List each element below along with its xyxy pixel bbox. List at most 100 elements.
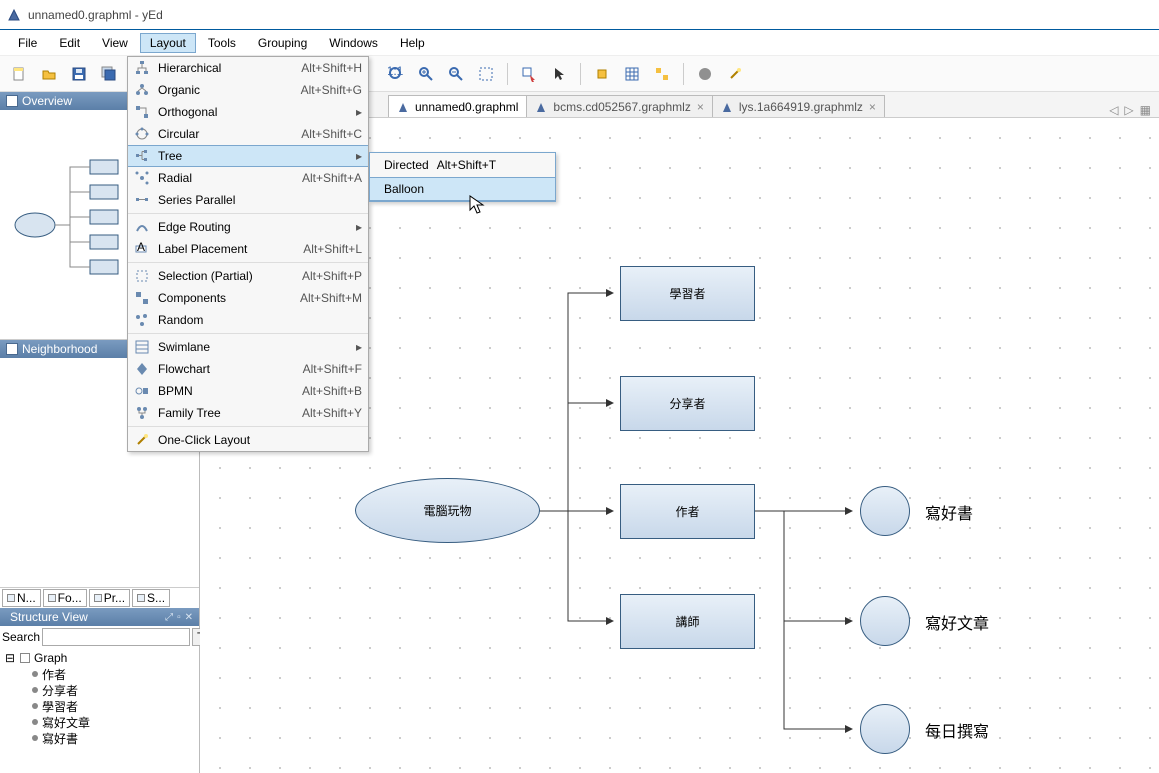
props-tab-fo[interactable]: Fo... (43, 589, 87, 607)
props-tab-s[interactable]: S... (132, 589, 170, 607)
label-icon: A (134, 241, 150, 257)
replay-button[interactable] (692, 61, 718, 87)
svg-text:A: A (137, 241, 145, 254)
file-icon (397, 101, 409, 113)
panel-icon (6, 95, 18, 107)
menu-file[interactable]: File (8, 33, 47, 53)
menu-windows[interactable]: Windows (319, 33, 388, 53)
save-button[interactable] (66, 61, 92, 87)
graph-node-root[interactable]: 電腦玩物 (355, 478, 540, 543)
layout-hierarchical[interactable]: HierarchicalAlt+Shift+H (128, 57, 368, 79)
menu-layout[interactable]: Layout (140, 33, 196, 53)
open-button[interactable] (36, 61, 62, 87)
tab-prev-icon[interactable]: ◁ (1109, 103, 1118, 117)
tree-node[interactable]: 分享者 (4, 682, 195, 698)
tree-node[interactable]: 作者 (4, 666, 195, 682)
zoom-area-button[interactable] (473, 61, 499, 87)
graph-node-box2[interactable]: 分享者 (620, 376, 755, 431)
pin-icon[interactable]: ⤢ (165, 612, 173, 623)
pointer-mode-button[interactable] (546, 61, 572, 87)
panel-icon (6, 343, 18, 355)
props-tab-pr[interactable]: Pr... (89, 589, 130, 607)
close-icon[interactable]: × (869, 100, 876, 114)
layout-family-tree[interactable]: Family TreeAlt+Shift+Y (128, 402, 368, 424)
graph-node-leaf2[interactable] (860, 596, 910, 646)
tree-node[interactable]: 寫好文章 (4, 714, 195, 730)
structure-search-row: Search Text (0, 626, 199, 648)
layout-flowchart[interactable]: FlowchartAlt+Shift+F (128, 358, 368, 380)
layout-icon (134, 192, 150, 208)
layout-icon (134, 312, 150, 328)
menu-help[interactable]: Help (390, 33, 435, 53)
layout-bpmn[interactable]: BPMNAlt+Shift+B (128, 380, 368, 402)
layout-components[interactable]: ComponentsAlt+Shift+M (128, 287, 368, 309)
layout-icon (134, 383, 150, 399)
layout-series-parallel[interactable]: Series Parallel (128, 189, 368, 211)
grid-button[interactable] (619, 61, 645, 87)
doc-tab[interactable]: bcms.cd052567.graphmlz× (526, 95, 712, 117)
zoom-in-button[interactable] (413, 61, 439, 87)
menu-view[interactable]: View (92, 33, 138, 53)
app-icon (6, 7, 22, 23)
tree-root[interactable]: ⊟Graph (4, 650, 195, 666)
layout-swimlane[interactable]: Swimlane▸ (128, 336, 368, 358)
layout-edge-routing[interactable]: Edge Routing▸ (128, 216, 368, 238)
close-icon[interactable]: × (697, 100, 704, 114)
tree-node[interactable]: 學習者 (4, 698, 195, 714)
tab-next-icon[interactable]: ▷ (1124, 103, 1133, 117)
title-bar: unnamed0.graphml - yEd (0, 0, 1159, 30)
svg-text:1:1: 1:1 (388, 66, 404, 78)
tree-node[interactable]: 寫好書 (4, 730, 195, 746)
graph-node-leaf1[interactable] (860, 486, 910, 536)
close-icon[interactable]: ✕ (185, 612, 193, 623)
layout-circular[interactable]: CircularAlt+Shift+C (128, 123, 368, 145)
menu-bar: File Edit View Layout Tools Grouping Win… (0, 30, 1159, 56)
layout-random[interactable]: Random (128, 309, 368, 331)
graph-node-box4[interactable]: 講師 (620, 594, 755, 649)
zoom-out-button[interactable] (443, 61, 469, 87)
new-doc-button[interactable] (6, 61, 32, 87)
chevron-right-icon: ▸ (352, 149, 362, 163)
menu-grouping[interactable]: Grouping (248, 33, 317, 53)
select-mode-button[interactable] (516, 61, 542, 87)
toolbar-sep3 (580, 63, 581, 85)
structure-panel-title[interactable]: Structure View ⤢▫✕ (0, 608, 199, 626)
menu-tools[interactable]: Tools (198, 33, 246, 53)
graph-node-leaf3[interactable] (860, 704, 910, 754)
minimize-icon[interactable]: ▫ (177, 612, 181, 623)
layout-icon (134, 405, 150, 421)
layout-radial[interactable]: RadialAlt+Shift+A (128, 167, 368, 189)
menu-sep (128, 426, 368, 427)
menu-sep (128, 213, 368, 214)
snap-button[interactable] (589, 61, 615, 87)
layout-label-placement[interactable]: ALabel PlacementAlt+Shift+L (128, 238, 368, 260)
layout-selection-partial[interactable]: Selection (Partial)Alt+Shift+P (128, 265, 368, 287)
orthogonal-button[interactable] (649, 61, 675, 87)
props-tab-node[interactable]: N... (2, 589, 41, 607)
layout-icon (134, 148, 150, 164)
layout-oneclick[interactable]: One-Click Layout (128, 429, 368, 451)
layout-orthogonal[interactable]: Orthogonal▸ (128, 101, 368, 123)
layout-icon (134, 339, 150, 355)
tab-list-icon[interactable]: ▦ (1140, 103, 1151, 117)
tree-balloon[interactable]: Balloon (370, 177, 555, 201)
tree-directed[interactable]: DirectedAlt+Shift+T (370, 153, 555, 177)
layout-icon (134, 268, 150, 284)
graph-node-box3[interactable]: 作者 (620, 484, 755, 539)
layout-icon (134, 170, 150, 186)
wand-button[interactable] (722, 61, 748, 87)
doc-tab-active[interactable]: unnamed0.graphml (388, 95, 527, 117)
search-input[interactable] (42, 628, 190, 646)
chevron-right-icon: ▸ (352, 340, 362, 354)
layout-icon (134, 361, 150, 377)
fit-zoom-button[interactable]: 1:1 (383, 61, 409, 87)
layout-tree[interactable]: Tree▸ (128, 145, 368, 167)
menu-edit[interactable]: Edit (49, 33, 90, 53)
properties-tabs: N... Fo... Pr... S... (0, 588, 199, 608)
menu-sep (128, 262, 368, 263)
structure-tree[interactable]: ⊟Graph 作者 分享者 學習者 寫好文章 寫好書 (0, 648, 199, 748)
layout-organic[interactable]: OrganicAlt+Shift+G (128, 79, 368, 101)
doc-tab[interactable]: lys.1a664919.graphmlz× (712, 95, 885, 117)
graph-node-box1[interactable]: 學習者 (620, 266, 755, 321)
save-all-button[interactable] (96, 61, 122, 87)
